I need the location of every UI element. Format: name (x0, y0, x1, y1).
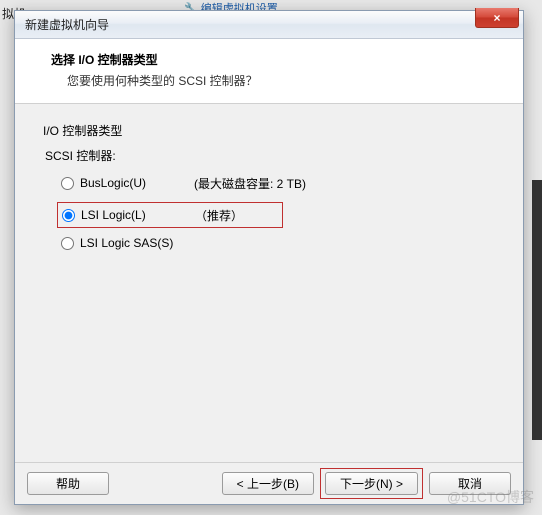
radio-lsisas[interactable] (61, 237, 74, 250)
radio-note: (最大磁盘容量: 2 TB) (194, 175, 306, 192)
radio-option-lsisas[interactable]: LSI Logic SAS(S) (61, 234, 495, 252)
header-title: 选择 I/O 控制器类型 (51, 51, 503, 68)
header-section: 选择 I/O 控制器类型 您要使用何种类型的 SCSI 控制器？ (15, 39, 523, 104)
watermark: @51CTO博客 (447, 487, 534, 507)
radio-lsilogic[interactable] (62, 209, 75, 222)
radio-note: （推荐） (195, 207, 243, 224)
group-label: I/O 控制器类型 (43, 122, 495, 139)
next-highlight: 下一步(N) > (320, 468, 423, 499)
dialog-title: 新建虚拟机向导 (25, 16, 109, 33)
radio-label: LSI Logic(L) (81, 208, 191, 222)
highlighted-option: LSI Logic(L) （推荐） (57, 202, 283, 228)
close-icon: × (493, 11, 500, 25)
radio-label: LSI Logic SAS(S) (80, 236, 190, 250)
radio-option-lsilogic[interactable]: LSI Logic(L) （推荐） (62, 206, 243, 224)
radio-label: BusLogic(U) (80, 176, 190, 190)
header-subtitle: 您要使用何种类型的 SCSI 控制器？ (67, 72, 503, 89)
next-button[interactable]: 下一步(N) > (325, 472, 418, 495)
radio-option-buslogic[interactable]: BusLogic(U) (最大磁盘容量: 2 TB) (61, 174, 495, 192)
close-button[interactable]: × (475, 8, 519, 28)
title-bar: 新建虚拟机向导 × (15, 11, 523, 39)
content-section: I/O 控制器类型 SCSI 控制器: BusLogic(U) (最大磁盘容量:… (15, 104, 523, 280)
help-button[interactable]: 帮助 (27, 472, 109, 495)
background-sidebar (532, 180, 542, 440)
wizard-dialog: 新建虚拟机向导 × 选择 I/O 控制器类型 您要使用何种类型的 SCSI 控制… (14, 10, 524, 505)
sub-label: SCSI 控制器: (45, 147, 495, 164)
back-button[interactable]: < 上一步(B) (222, 472, 314, 495)
radio-buslogic[interactable] (61, 177, 74, 190)
